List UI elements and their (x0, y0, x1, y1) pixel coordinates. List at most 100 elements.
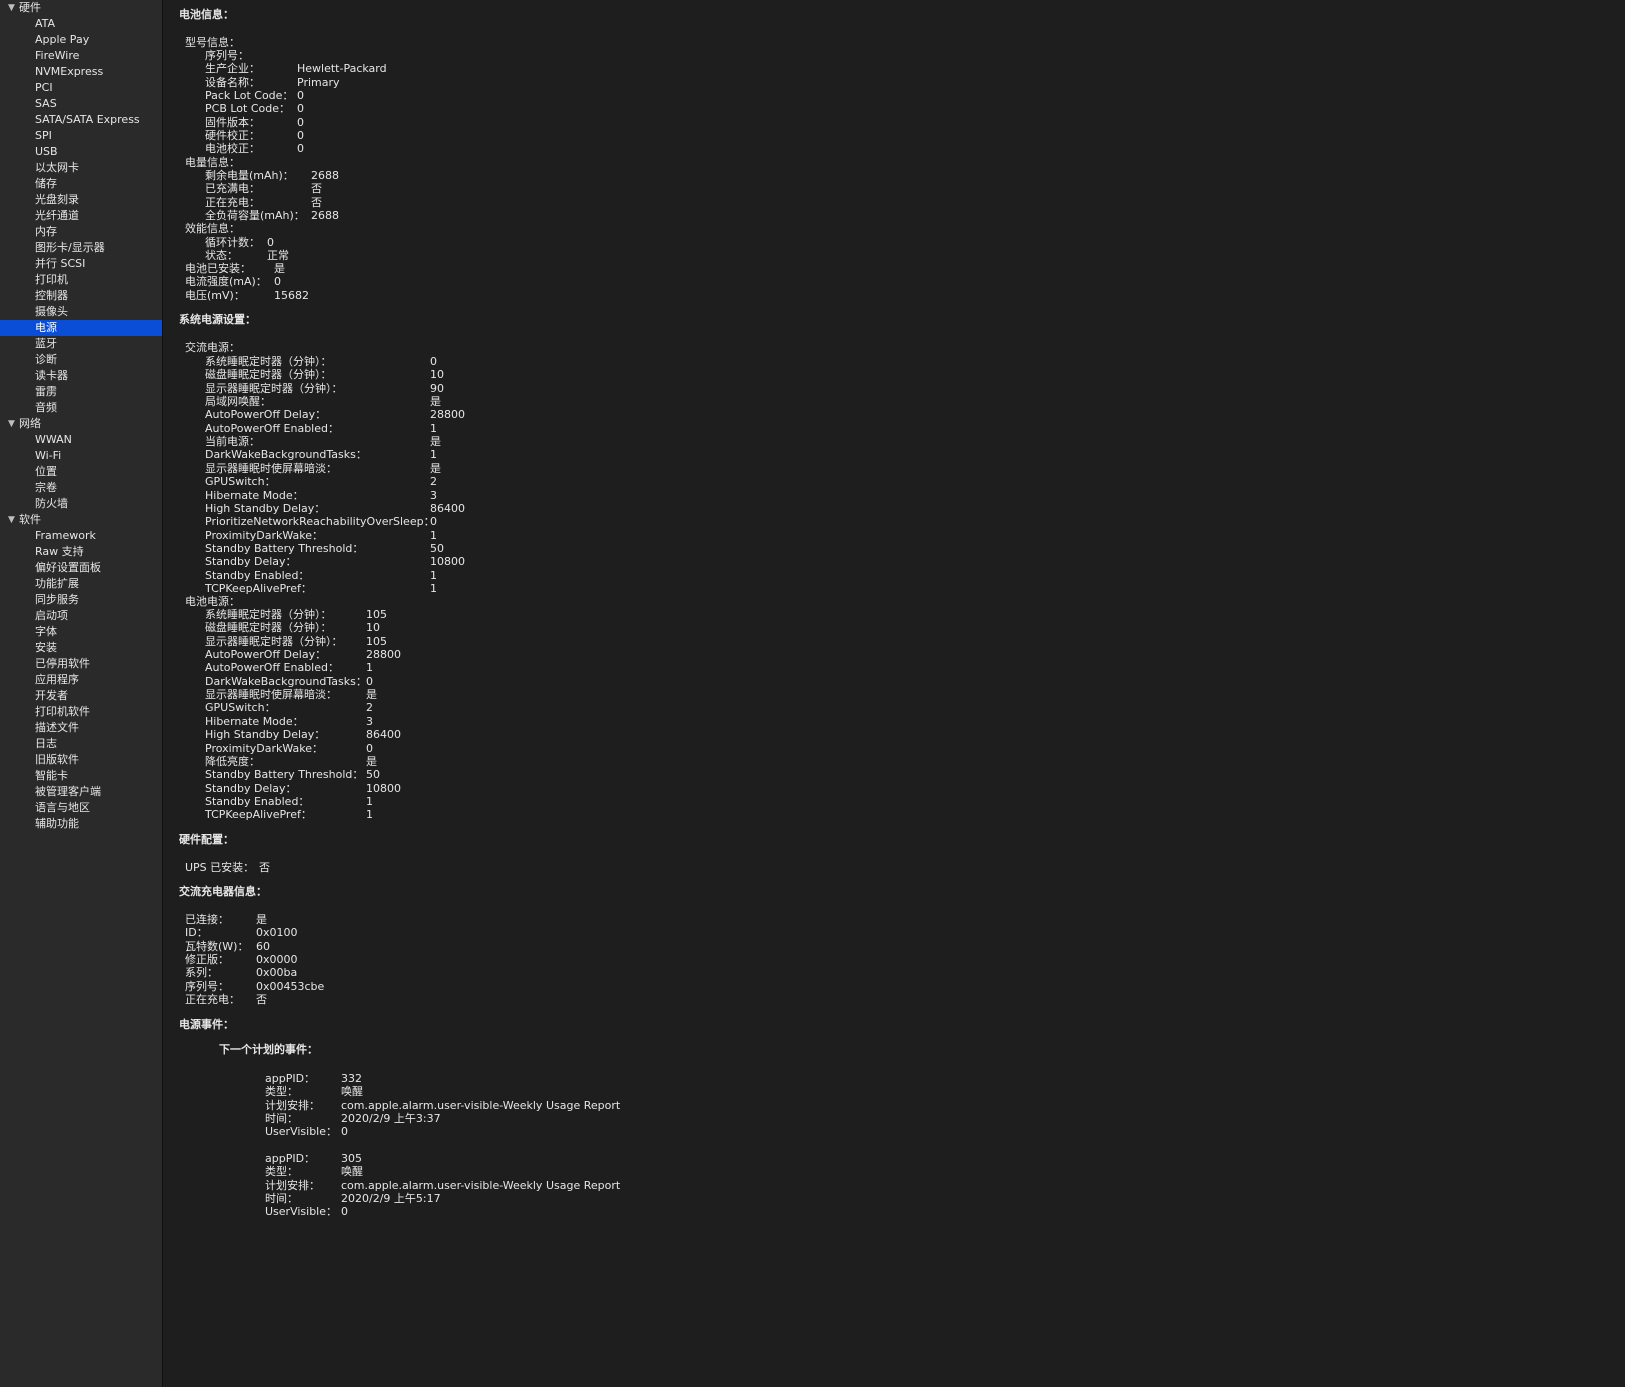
sidebar-item[interactable]: 以太网卡 (0, 160, 162, 176)
disclosure-triangle-icon[interactable]: ▼ (8, 416, 18, 432)
section-title: 系统电源设置： (179, 313, 256, 326)
sidebar-item[interactable]: SAS (0, 96, 162, 112)
sidebar-item[interactable]: SATA/SATA Express (0, 112, 162, 128)
sidebar-item[interactable]: Wi-Fi (0, 448, 162, 464)
sidebar-item[interactable]: ATA (0, 16, 162, 32)
property-key: AutoPowerOff Delay： (205, 408, 327, 422)
section-title: 硬件配置： (179, 833, 234, 846)
sidebar-item-label: 描述文件 (35, 721, 79, 734)
sidebar-item-label: 辅助功能 (35, 817, 79, 830)
section-title: 交流充电器信息： (179, 885, 267, 898)
sidebar-item[interactable]: 光纤通道 (0, 208, 162, 224)
sidebar-item[interactable]: 控制器 (0, 288, 162, 304)
sidebar-item[interactable]: 图形卡/显示器 (0, 240, 162, 256)
sidebar-item[interactable]: 被管理客户端 (0, 784, 162, 800)
sidebar-item[interactable]: 读卡器 (0, 368, 162, 384)
disclosure-triangle-icon[interactable]: ▼ (8, 512, 18, 528)
property-value: 是 (366, 754, 377, 768)
property-key: 正在充电： (205, 195, 260, 209)
sidebar-item-label: 偏好设置面板 (35, 561, 101, 574)
sidebar-item[interactable]: 偏好设置面板 (0, 560, 162, 576)
sidebar-item[interactable]: 开发者 (0, 688, 162, 704)
sidebar-item-label: Wi-Fi (35, 449, 62, 462)
sidebar-item[interactable]: 启动项 (0, 608, 162, 624)
sidebar-item[interactable]: 位置 (0, 464, 162, 480)
property-value: 0x0100 (256, 926, 298, 940)
sidebar-item[interactable]: SPI (0, 128, 162, 144)
sidebar-item[interactable]: 功能扩展 (0, 576, 162, 592)
sidebar-item[interactable]: 辅助功能 (0, 816, 162, 832)
property-value: 0 (366, 674, 373, 688)
property-key: High Standby Delay： (205, 728, 326, 742)
sidebar-item[interactable]: NVMExpress (0, 64, 162, 80)
property-key: 磁盘睡眠定时器（分钟）： (205, 621, 332, 635)
sidebar-item[interactable]: 应用程序 (0, 672, 162, 688)
system-information-window: ▼ 硬件 ATA Apple Pay FireWire NVMExpress PCI SAS S… (0, 0, 1625, 1387)
sidebar-item[interactable]: 宗卷 (0, 480, 162, 496)
property-key: 显示器睡眠定时器（分钟）： (205, 634, 343, 648)
sidebar-item[interactable]: 内存 (0, 224, 162, 240)
sidebar-item[interactable]: 已停用软件 (0, 656, 162, 672)
sidebar-item[interactable]: 字体 (0, 624, 162, 640)
sidebar-item[interactable]: FireWire (0, 48, 162, 64)
sidebar-item[interactable]: 诊断 (0, 352, 162, 368)
property-key: 计划安排： (265, 1098, 320, 1112)
property-value: 3 (366, 714, 373, 728)
sidebar-item[interactable]: USB (0, 144, 162, 160)
sidebar-item[interactable]: 打印机 (0, 272, 162, 288)
sidebar-item[interactable]: 防火墙 (0, 496, 162, 512)
sidebar-item-label: ATA (35, 17, 56, 30)
sidebar-item-label: WWAN (35, 433, 72, 446)
property-key: Hibernate Mode： (205, 714, 304, 728)
disclosure-triangle-icon[interactable]: ▼ (8, 0, 18, 16)
sidebar-item[interactable]: 电源 (0, 320, 162, 336)
sidebar-item[interactable]: Framework (0, 528, 162, 544)
sidebar-item[interactable]: 同步服务 (0, 592, 162, 608)
property-value: 10800 (366, 781, 401, 795)
property-value: 105 (366, 634, 387, 648)
sidebar-item[interactable]: 智能卡 (0, 768, 162, 784)
sidebar-item[interactable]: 蓝牙 (0, 336, 162, 352)
property-value: 1 (366, 808, 373, 822)
sidebar-item[interactable]: 安装 (0, 640, 162, 656)
sidebar-category[interactable]: ▼ 硬件 (0, 0, 162, 16)
sidebar-item[interactable]: 日志 (0, 736, 162, 752)
sidebar-item[interactable]: 光盘刻录 (0, 192, 162, 208)
sidebar-item[interactable]: PCI (0, 80, 162, 96)
sidebar-item[interactable]: WWAN (0, 432, 162, 448)
property-key: 磁盘睡眠定时器（分钟）： (205, 368, 332, 382)
property-value: 1 (430, 568, 437, 582)
property-value: 86400 (366, 728, 401, 742)
property-key: 瓦特数(W)： (185, 939, 249, 953)
sidebar-item[interactable]: Raw 支持 (0, 544, 162, 560)
sidebar-item[interactable]: 打印机软件 (0, 704, 162, 720)
sidebar-item[interactable]: 并行 SCSI (0, 256, 162, 272)
property-key: PCB Lot Code： (205, 102, 290, 116)
sidebar-item-label: 安装 (35, 641, 57, 654)
sidebar-item[interactable]: 音频 (0, 400, 162, 416)
property-key: Standby Enabled： (205, 794, 310, 808)
sidebar-item[interactable]: 雷雳 (0, 384, 162, 400)
property-value: 2 (366, 701, 373, 715)
sidebar-item[interactable]: 描述文件 (0, 720, 162, 736)
sidebar-item-label: 同步服务 (35, 593, 79, 606)
sidebar-item-label: 储存 (35, 177, 57, 190)
property-key: ProximityDarkWake： (205, 741, 324, 755)
sidebar-item[interactable]: Apple Pay (0, 32, 162, 48)
property-key: 硬件校正： (205, 129, 260, 143)
property-key: 电压(mV)： (185, 288, 245, 302)
sidebar-item[interactable]: 语言与地区 (0, 800, 162, 816)
property-value: 60 (256, 939, 270, 953)
property-value: 0 (297, 115, 304, 129)
sidebar-category[interactable]: ▼ 软件 (0, 512, 162, 528)
sidebar-item[interactable]: 摄像头 (0, 304, 162, 320)
property-value: 105 (366, 608, 387, 621)
sidebar-item[interactable]: 储存 (0, 176, 162, 192)
property-value: 305 (341, 1152, 362, 1165)
property-key: DarkWakeBackgroundTasks： (205, 448, 367, 462)
sidebar-category[interactable]: ▼ 网络 (0, 416, 162, 432)
property-key: UPS 已安装： (185, 861, 255, 874)
sidebar-item[interactable]: 旧版软件 (0, 752, 162, 768)
sidebar-item-label: 读卡器 (35, 369, 68, 382)
property-key: 电池已安装： (185, 262, 251, 275)
